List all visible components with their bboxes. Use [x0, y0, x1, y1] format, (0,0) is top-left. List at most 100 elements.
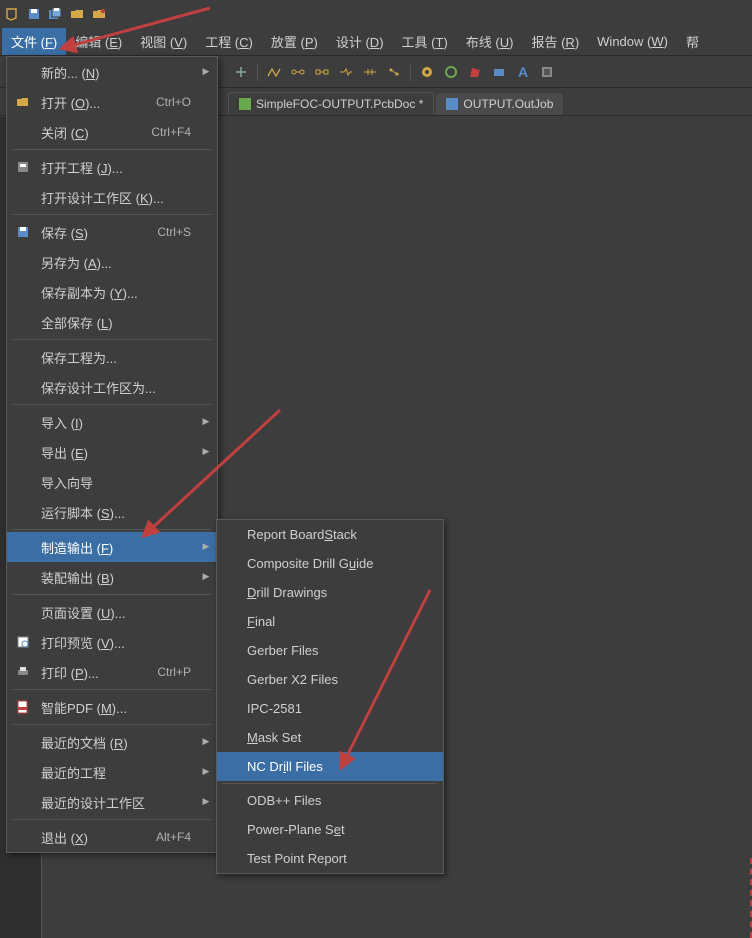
open-folder-icon[interactable]	[70, 6, 86, 22]
submenu-arrow-icon	[199, 131, 213, 133]
menu-label: 关闭 (C)	[35, 123, 151, 142]
menu-item[interactable]: 工程 (C)	[196, 28, 262, 55]
submenu-item[interactable]: Test Point Report	[217, 844, 443, 873]
menu-item[interactable]: 设计 (D)	[327, 28, 393, 55]
submenu-item[interactable]: IPC-2581	[217, 694, 443, 723]
net-icon-6[interactable]	[383, 61, 405, 83]
open-project-icon[interactable]	[92, 6, 108, 22]
menu-item[interactable]: 打印 (P)...Ctrl+P	[7, 657, 217, 687]
menu-item[interactable]: 导入 (I)▶	[7, 407, 217, 437]
menu-item[interactable]: 最近的设计工作区▶	[7, 787, 217, 817]
rect-icon[interactable]	[488, 61, 510, 83]
submenu-item[interactable]: Report Board Stack	[217, 520, 443, 549]
submenu-item[interactable]: NC Drill Files	[217, 752, 443, 781]
tab-outjob[interactable]: OUTPUT.OutJob	[436, 93, 563, 115]
menu-item[interactable]: 退出 (X)Alt+F4	[7, 822, 217, 852]
pad-icon[interactable]	[440, 61, 462, 83]
menu-item[interactable]: 文件 (F)	[2, 28, 66, 55]
menu-separator	[13, 404, 211, 405]
submenu-item[interactable]: Gerber Files	[217, 636, 443, 665]
menu-label: 打开工程 (J)...	[35, 158, 199, 177]
menu-label: 保存 (S)	[35, 223, 157, 242]
net-icon-1[interactable]	[263, 61, 285, 83]
menu-item[interactable]: 报告 (R)	[522, 28, 588, 55]
menu-shortcut: Ctrl+S	[157, 225, 199, 239]
save-icon-icon	[11, 225, 35, 239]
menu-item[interactable]: 保存 (S)Ctrl+S	[7, 217, 217, 247]
submenu-arrow-icon	[199, 166, 213, 168]
submenu-arrow-icon	[199, 641, 213, 643]
tool-plus-icon[interactable]	[230, 61, 252, 83]
menu-item[interactable]: 工具 (T)	[393, 28, 457, 55]
submenu-arrow-icon	[199, 196, 213, 198]
component-icon[interactable]	[536, 61, 558, 83]
menu-item[interactable]: 保存工程为...	[7, 342, 217, 372]
menu-item[interactable]: 打开设计工作区 (K)...	[7, 182, 217, 212]
tab-label: SimpleFOC-OUTPUT.PcbDoc *	[256, 97, 423, 111]
submenu-item[interactable]: Power-Plane Set	[217, 815, 443, 844]
text-tool-icon[interactable]: A	[512, 61, 534, 83]
submenu-arrow-icon	[199, 836, 213, 838]
open-icon-icon	[11, 95, 35, 109]
menu-item[interactable]: 关闭 (C)Ctrl+F4	[7, 117, 217, 147]
menu-item[interactable]: 新的... (N)▶	[7, 57, 217, 87]
menu-label: 打印 (P)...	[35, 663, 157, 682]
net-icon-5[interactable]	[359, 61, 381, 83]
menu-item[interactable]: 布线 (U)	[457, 28, 523, 55]
menu-separator	[13, 339, 211, 340]
menu-item[interactable]: 保存副本为 (Y)...	[7, 277, 217, 307]
project-icon-icon	[11, 160, 35, 174]
menu-item[interactable]: Window (W)	[588, 30, 677, 53]
menu-shortcut: Ctrl+P	[157, 665, 199, 679]
menu-label: 最近的设计工作区	[35, 793, 199, 812]
submenu-item[interactable]: ODB++ Files	[217, 786, 443, 815]
submenu-item[interactable]: Mask Set	[217, 723, 443, 752]
menu-item[interactable]: 最近的文档 (R)▶	[7, 727, 217, 757]
menu-item[interactable]: 编辑 (E)	[66, 28, 131, 55]
menu-label: 最近的文档 (R)	[35, 733, 199, 752]
submenu-arrow-icon: ▶	[199, 446, 213, 459]
menu-item[interactable]: 智能PDF (M)...	[7, 692, 217, 722]
save-all-icon[interactable]	[48, 6, 64, 22]
menu-item[interactable]: 导出 (E)▶	[7, 437, 217, 467]
menu-shortcut: Alt+F4	[156, 830, 199, 844]
menu-item[interactable]: 打开工程 (J)...	[7, 152, 217, 182]
net-icon-2[interactable]	[287, 61, 309, 83]
menu-item[interactable]: 导入向导	[7, 467, 217, 497]
menu-label: 导入向导	[35, 473, 199, 492]
menu-item[interactable]: 最近的工程▶	[7, 757, 217, 787]
menu-item[interactable]: 保存设计工作区为...	[7, 372, 217, 402]
preview-icon-icon	[11, 635, 35, 649]
save-icon[interactable]	[26, 6, 42, 22]
submenu-arrow-icon	[199, 706, 213, 708]
submenu-arrow-icon	[199, 261, 213, 263]
menu-separator	[13, 214, 211, 215]
menu-label: 新的... (N)	[35, 63, 199, 82]
submenu-item[interactable]: Gerber X2 Files	[217, 665, 443, 694]
menu-item[interactable]: 打开 (O)...Ctrl+O	[7, 87, 217, 117]
submenu-arrow-icon: ▶	[199, 736, 213, 749]
menu-label: 保存设计工作区为...	[35, 378, 199, 397]
menu-item[interactable]: 制造输出 (F)▶	[7, 532, 217, 562]
menu-item[interactable]: 视图 (V)	[131, 28, 196, 55]
submenu-arrow-icon: ▶	[199, 416, 213, 429]
net-icon-4[interactable]	[335, 61, 357, 83]
submenu-item[interactable]: Composite Drill Guide	[217, 549, 443, 578]
via-icon[interactable]	[416, 61, 438, 83]
submenu-item[interactable]: Final	[217, 607, 443, 636]
net-icon-3[interactable]	[311, 61, 333, 83]
menu-item[interactable]: 全部保存 (L)	[7, 307, 217, 337]
menu-item[interactable]: 装配输出 (B)▶	[7, 562, 217, 592]
menu-item[interactable]: 帮	[677, 28, 708, 55]
submenu-item[interactable]: Drill Drawings	[217, 578, 443, 607]
submenu-arrow-icon	[199, 291, 213, 293]
tab-pcbdoc[interactable]: SimpleFOC-OUTPUT.PcbDoc *	[228, 92, 434, 115]
poly-icon[interactable]	[464, 61, 486, 83]
menu-item[interactable]: 打印预览 (V)...	[7, 627, 217, 657]
menu-item[interactable]: 另存为 (A)...	[7, 247, 217, 277]
app-logo-icon[interactable]	[4, 6, 20, 22]
menu-item[interactable]: 放置 (P)	[262, 28, 327, 55]
menu-item[interactable]: 页面设置 (U)...	[7, 597, 217, 627]
menu-item[interactable]: 运行脚本 (S)...	[7, 497, 217, 527]
menu-label: 最近的工程	[35, 763, 199, 782]
